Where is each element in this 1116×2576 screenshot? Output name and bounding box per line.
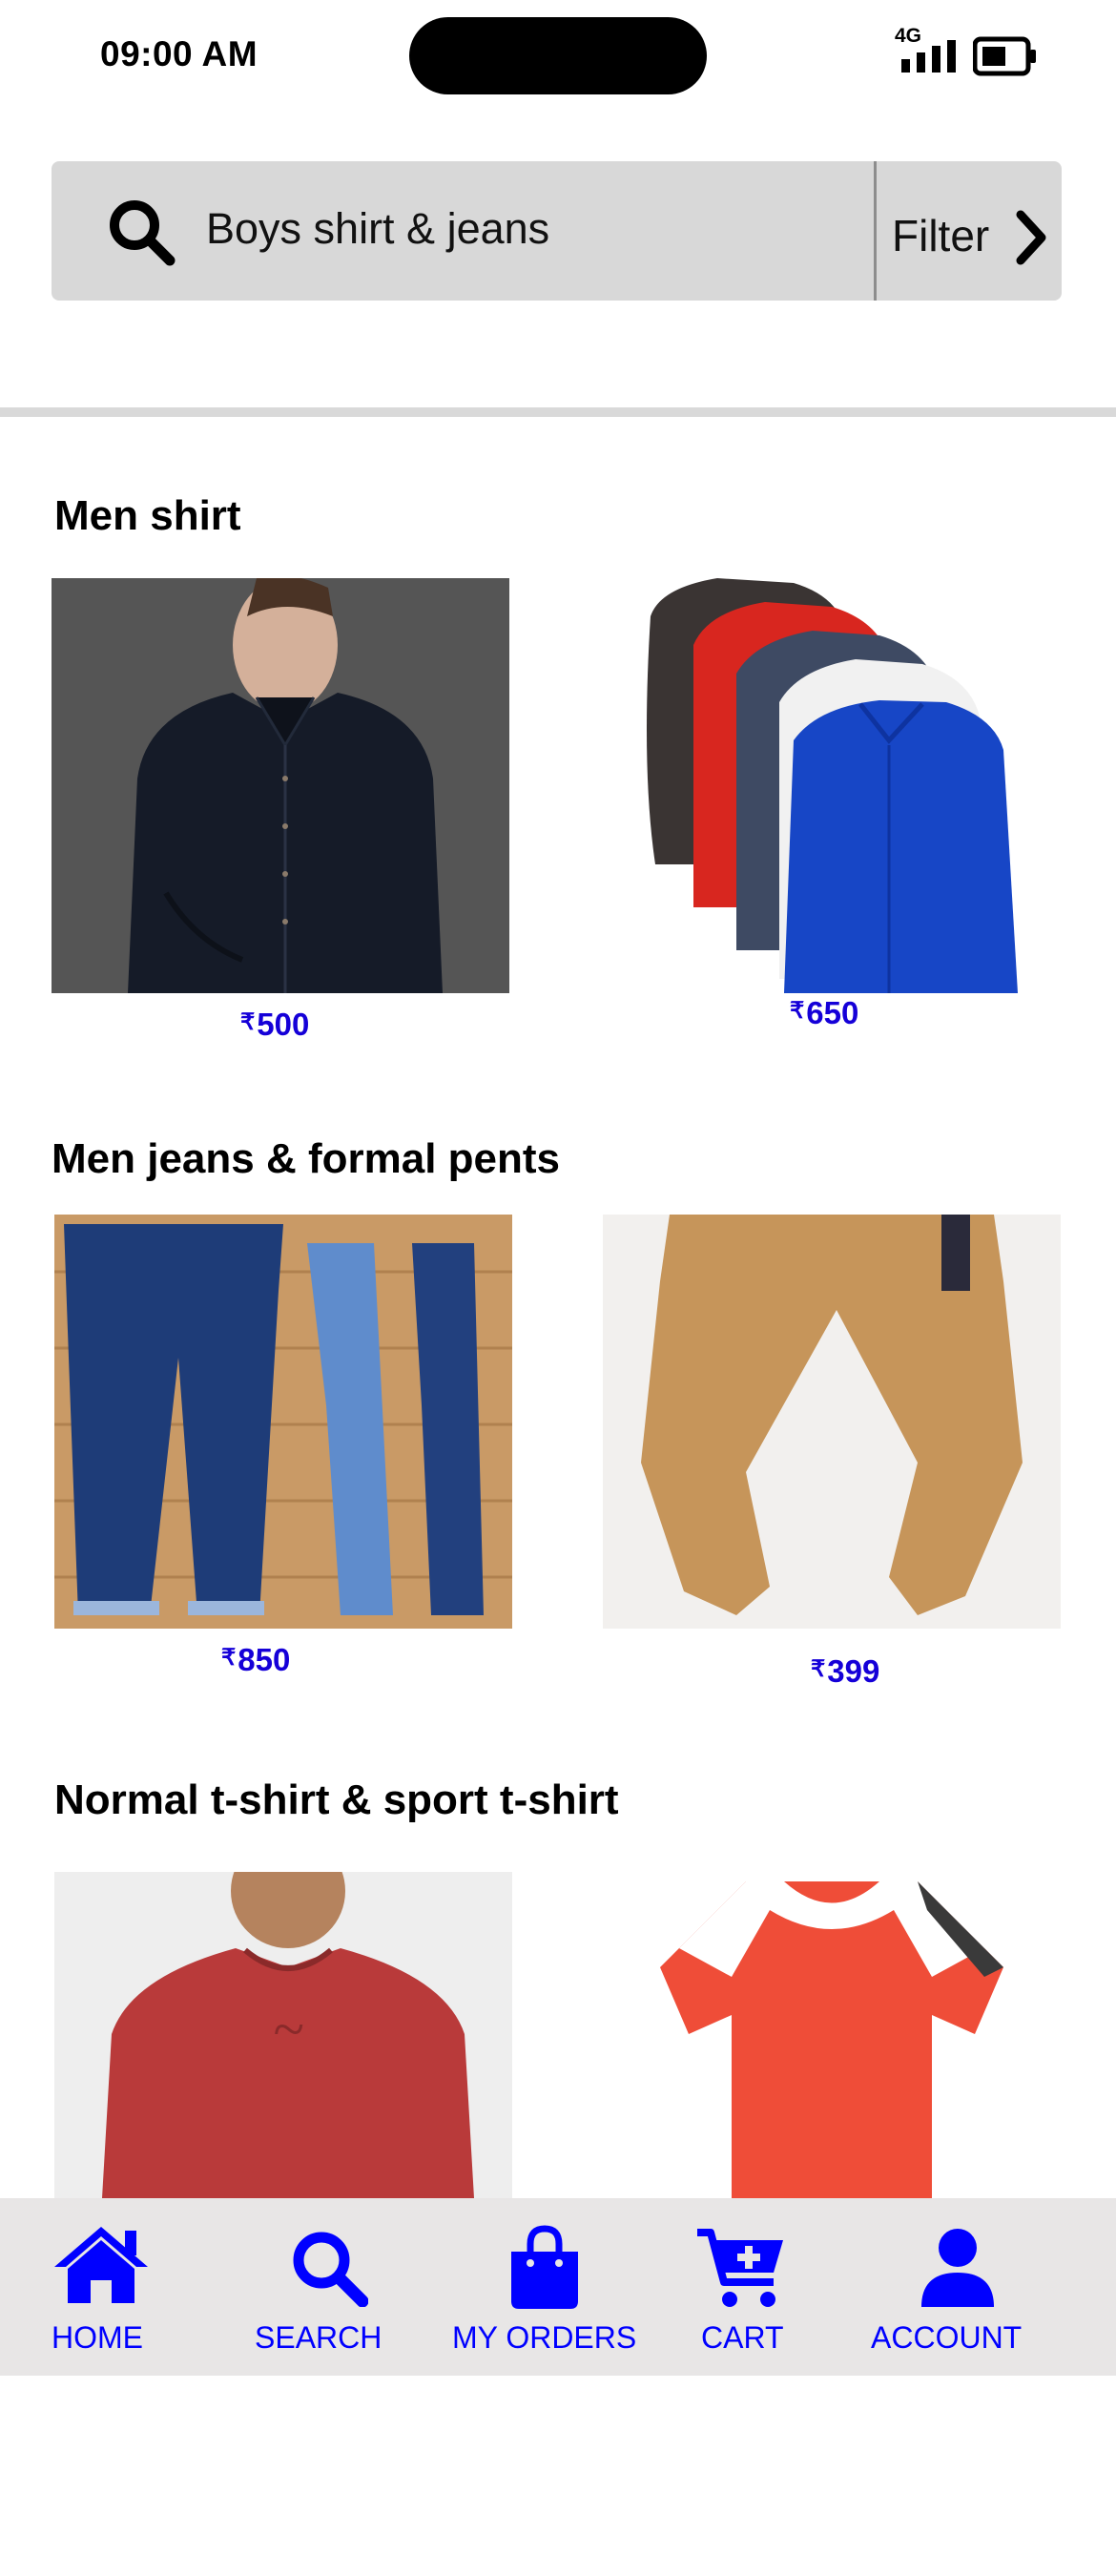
svg-text:~: ~ (273, 1998, 303, 2061)
filter-button[interactable]: Filter (892, 210, 989, 261)
red-tshirt-illustration: ~ (54, 1872, 512, 2198)
nav-label: SEARCH (255, 2320, 382, 2355)
nav-label: MY ORDERS (452, 2320, 637, 2355)
product-price: ₹399 (811, 1653, 880, 1689)
nav-search[interactable]: SEARCH (248, 2198, 391, 2376)
section-title: Men jeans & formal pents (52, 1135, 561, 1182)
search-icon (293, 2232, 368, 2307)
product-price: ₹850 (221, 1642, 291, 1677)
nav-label: CART (701, 2320, 784, 2355)
product-image-khaki-pants[interactable] (603, 1215, 1061, 1629)
camera-notch (409, 17, 707, 94)
battery-icon (973, 36, 1036, 76)
status-time: 09:00 AM (100, 34, 258, 73)
home-icon (54, 2227, 148, 2303)
search-filter-divider (874, 161, 877, 301)
section-title: Normal t-shirt & sport t-shirt (54, 1776, 619, 1823)
nav-label: HOME (52, 2320, 143, 2355)
sport-tshirt-illustration (603, 1872, 1061, 2198)
product-image-jeans[interactable] (54, 1215, 512, 1629)
dark-shirt-illustration (52, 578, 509, 993)
search-icon (110, 200, 176, 266)
section-title: Men shirt (54, 492, 241, 539)
product-price: ₹650 (790, 995, 859, 1030)
shopping-bag-icon (511, 2225, 578, 2309)
nav-home[interactable]: HOME (29, 2198, 172, 2376)
cart-plus-icon (697, 2229, 783, 2307)
user-icon (921, 2229, 994, 2307)
khaki-pants-illustration (603, 1215, 1061, 1629)
nav-label: ACCOUNT (871, 2320, 1023, 2355)
shirt-stack-illustration (603, 578, 1061, 993)
product-image-red-tshirt[interactable]: ~ (54, 1872, 512, 2198)
chevron-right-icon[interactable] (1013, 209, 1047, 266)
jeans-illustration (54, 1215, 512, 1629)
section-divider (0, 407, 1116, 417)
nav-my-orders[interactable]: MY ORDERS (448, 2198, 639, 2376)
product-price: ₹500 (240, 1007, 310, 1042)
product-image-dark-shirt[interactable] (52, 578, 509, 993)
product-image-sport-tshirt[interactable] (603, 1872, 1061, 2198)
nav-cart[interactable]: CART (679, 2198, 813, 2376)
nav-account[interactable]: ACCOUNT (858, 2198, 1049, 2376)
signal-icon (901, 40, 956, 73)
search-input[interactable]: Boys shirt & jeans (206, 204, 549, 254)
product-image-shirt-stack[interactable] (603, 578, 1061, 993)
